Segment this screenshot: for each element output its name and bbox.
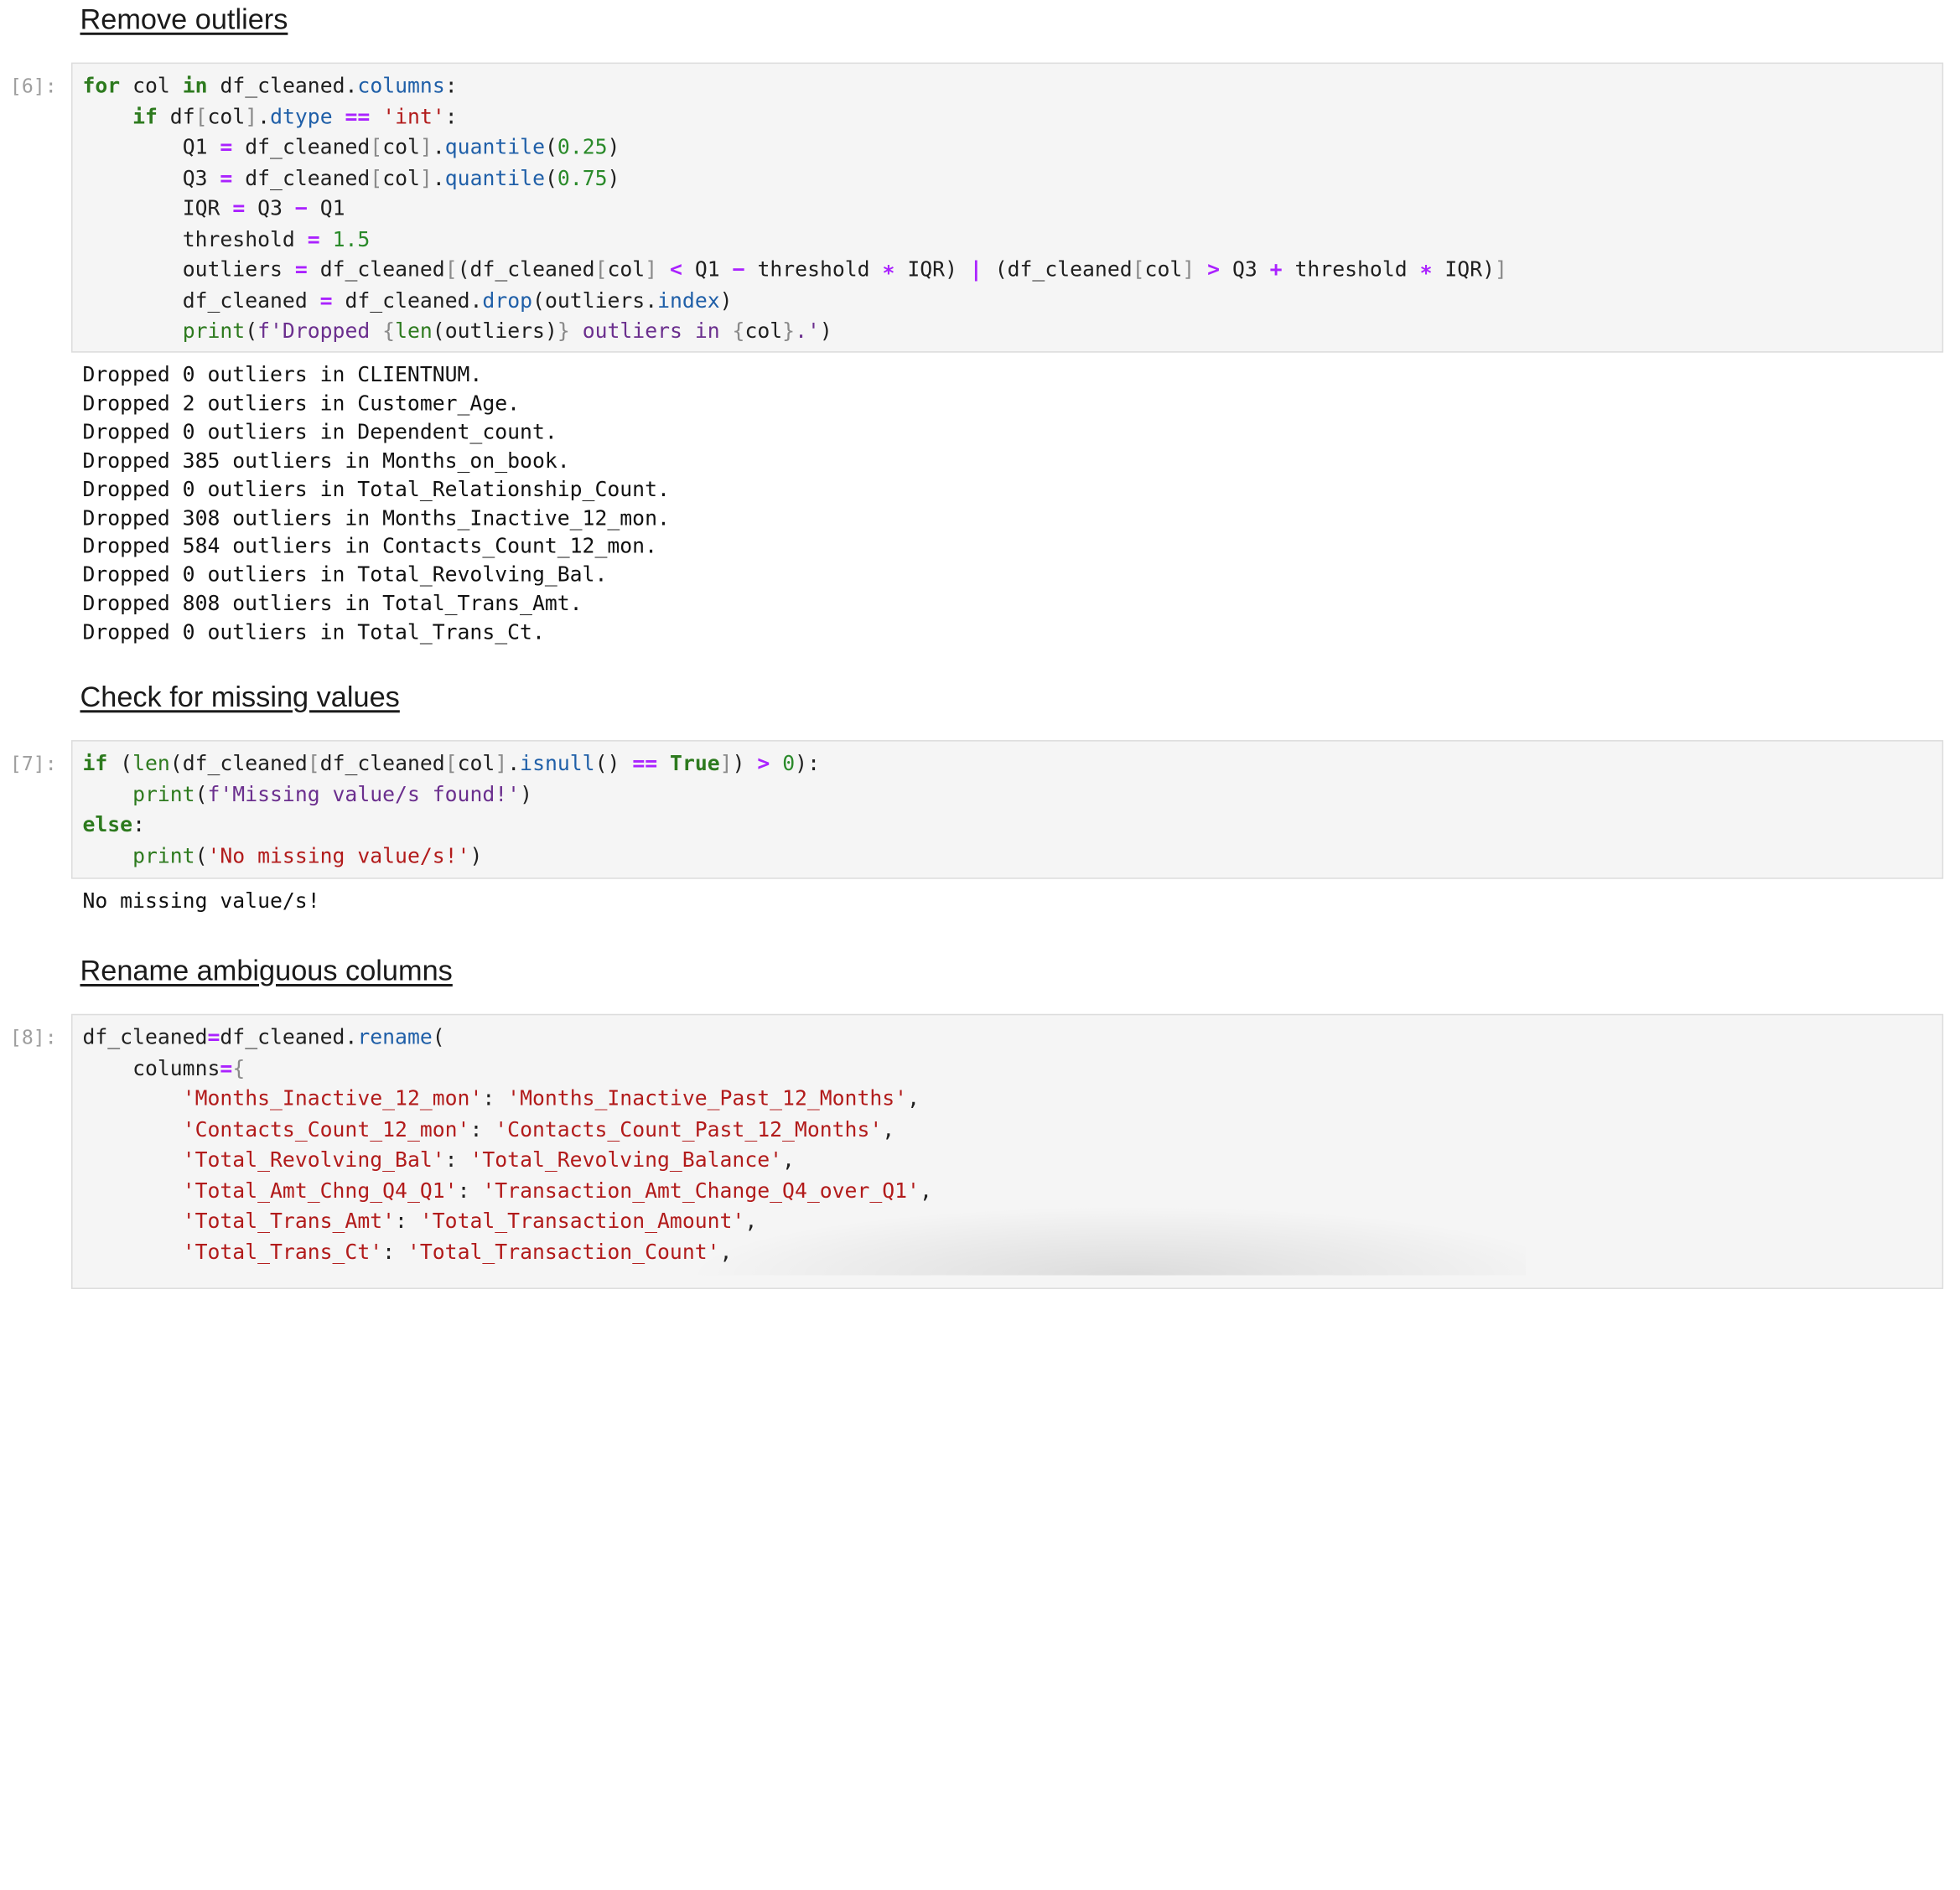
cell-prompt-7: [7]: xyxy=(9,753,57,775)
cell-output-7: No missing value/s! xyxy=(82,888,320,913)
output-line: Dropped 584 outliers in Contacts_Count_1… xyxy=(82,534,657,558)
code-cell-7[interactable]: if (len(df_cleaned[df_cleaned[col].isnul… xyxy=(71,740,1944,879)
output-line: Dropped 308 outliers in Months_Inactive_… xyxy=(82,505,670,530)
output-line: Dropped 0 outliers in Total_Trans_Ct. xyxy=(82,620,545,645)
code-block-7: if (len(df_cleaned[df_cleaned[col].isnul… xyxy=(82,751,820,867)
cell-prompt-6: [6]: xyxy=(9,75,57,98)
section-heading-missing-values: Check for missing values xyxy=(80,680,400,713)
output-line: Dropped 385 outliers in Months_on_book. xyxy=(82,448,570,473)
cell-output-6: Dropped 0 outliers in CLIENTNUM. Dropped … xyxy=(82,361,669,648)
output-line: Dropped 2 outliers in Customer_Age. xyxy=(82,391,521,416)
code-block-8: df_cleaned=df_cleaned.rename( columns={ … xyxy=(82,1025,932,1264)
output-line: Dropped 0 outliers in CLIENTNUM. xyxy=(82,362,483,386)
output-line: Dropped 0 outliers in Total_Relationship… xyxy=(82,477,670,501)
section-heading-rename-columns: Rename ambiguous columns xyxy=(80,954,453,986)
code-cell-6[interactable]: for col in df_cleaned.columns: if df[col… xyxy=(71,62,1944,353)
section-heading-remove-outliers: Remove outliers xyxy=(80,2,288,35)
output-line: Dropped 808 outliers in Total_Trans_Amt. xyxy=(82,591,583,616)
output-line: Dropped 0 outliers in Total_Revolving_Ba… xyxy=(82,562,608,588)
code-block-6: for col in df_cleaned.columns: if df[col… xyxy=(82,74,1507,343)
code-cell-8[interactable]: df_cleaned=df_cleaned.rename( columns={ … xyxy=(71,1013,1944,1289)
cell-prompt-8: [8]: xyxy=(9,1026,57,1049)
output-line: Dropped 0 outliers in Dependent_count. xyxy=(82,419,557,444)
